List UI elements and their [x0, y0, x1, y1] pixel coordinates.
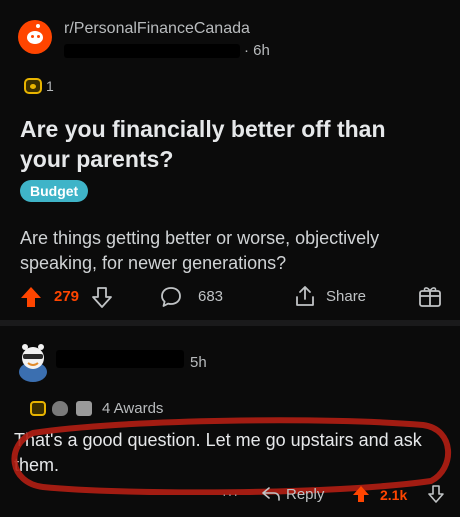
award-count: 1: [46, 78, 54, 94]
downvote-icon[interactable]: [92, 286, 112, 308]
section-divider: [0, 320, 460, 326]
post-awards[interactable]: 1: [24, 78, 84, 98]
comment-time: 5h: [190, 354, 207, 371]
gift-icon[interactable]: [418, 284, 442, 308]
award-icon: [76, 401, 92, 416]
share-icon[interactable]: [294, 285, 316, 307]
post-header: r/PersonalFinanceCanada · 6h: [18, 14, 438, 60]
award-icon: [30, 401, 46, 416]
commenter-avatar[interactable]: [14, 342, 52, 382]
post-vote-count: 279: [54, 288, 80, 305]
comment-count: 683: [198, 288, 224, 305]
award-icon: [24, 78, 42, 94]
comment-vote-count: 2.1k: [380, 487, 408, 503]
award-icon: [52, 401, 68, 416]
reply-icon[interactable]: [262, 487, 280, 501]
red-annotation-circle: [11, 417, 451, 495]
flair-badge[interactable]: Budget: [20, 180, 89, 202]
share-button-label[interactable]: Share: [326, 288, 366, 305]
reddit-alien-icon: [36, 24, 40, 28]
redacted-username: [64, 44, 240, 58]
comment-icon[interactable]: [160, 286, 182, 308]
post-body: Are things getting better or worse, obje…: [20, 228, 380, 273]
reply-button-label[interactable]: Reply: [286, 486, 324, 503]
post-action-bar: 279 683 Share: [20, 284, 445, 312]
upvote-icon[interactable]: [20, 286, 42, 308]
comment-action-bar: ··· Reply 2.1k: [222, 484, 452, 506]
post-time: · 6h: [244, 42, 270, 59]
comment-downvote-icon[interactable]: [428, 485, 444, 503]
subreddit-avatar[interactable]: [18, 20, 52, 54]
subreddit-name[interactable]: r/PersonalFinanceCanada: [64, 20, 250, 38]
redacted-commenter: [56, 350, 184, 368]
more-options-button[interactable]: ···: [222, 486, 239, 502]
post-title[interactable]: Are you financially better off than your…: [20, 114, 440, 174]
post-meta: · 6h: [64, 42, 324, 60]
comment-upvote-icon[interactable]: [352, 485, 370, 503]
